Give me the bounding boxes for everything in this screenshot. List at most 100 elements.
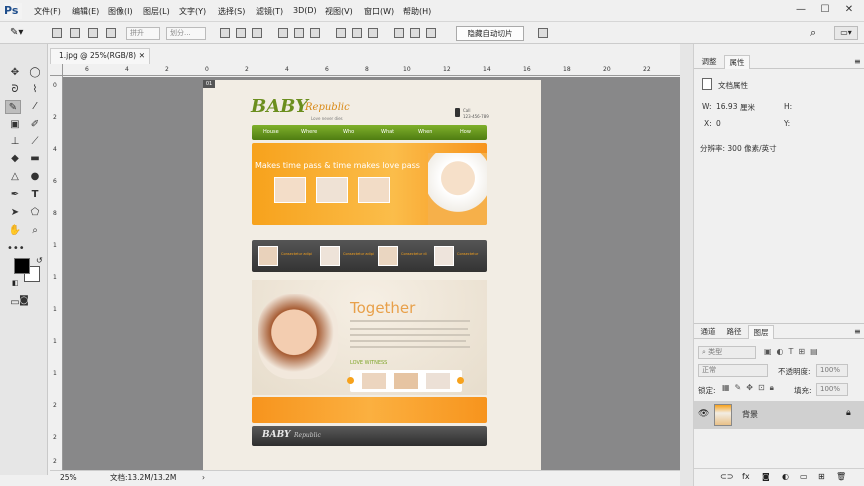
eyedropper-tool-icon[interactable]: ⁄ (27, 100, 43, 114)
shape-tool-icon[interactable]: ⬠ (27, 206, 43, 220)
panel-menu-icon[interactable]: ≡ (854, 57, 861, 66)
menu-image[interactable]: 图像(I) (108, 6, 133, 17)
width-value[interactable]: 16.93 (716, 102, 737, 111)
canvas-area[interactable]: 01 BABY Republic Love never dies Call 12… (63, 77, 680, 470)
align-top-icon[interactable] (220, 28, 230, 38)
align-middle-icon[interactable] (236, 28, 246, 38)
align-bottom-icon[interactable] (252, 28, 262, 38)
menu-help[interactable]: 帮助(H) (403, 6, 431, 17)
zoom-level[interactable]: 25% (60, 471, 77, 485)
tab-layers[interactable]: 图层 (748, 325, 774, 339)
minimize-button[interactable]: — (794, 4, 808, 16)
brush-tool-icon[interactable]: ✐ (27, 118, 43, 132)
align-icon[interactable] (88, 28, 98, 38)
slice-tool-icon[interactable]: ✎ (5, 100, 21, 114)
menu-layer[interactable]: 图层(L) (143, 6, 170, 17)
new-layer-icon[interactable]: ⊞ (818, 472, 825, 481)
status-menu-icon[interactable]: › (202, 471, 205, 485)
layer-mask-icon[interactable]: ◙ (762, 472, 770, 481)
workspace-switcher-icon[interactable]: ▭▾ (834, 26, 858, 40)
close-window-button[interactable]: ✕ (842, 4, 856, 16)
layer-filter-kind[interactable]: ⌕ 类型 (698, 346, 756, 359)
align-icon[interactable] (70, 28, 80, 38)
distribute-left-icon[interactable] (394, 28, 404, 38)
document-tab[interactable]: 1.jpg @ 25%(RGB/8) ✕ (50, 48, 150, 64)
eraser-tool-icon[interactable]: ◆ (7, 152, 23, 166)
menu-3d[interactable]: 3D(D) (293, 6, 317, 15)
divide-button[interactable]: 划分... (166, 27, 206, 40)
menu-edit[interactable]: 编辑(E) (72, 6, 99, 17)
align-icon[interactable] (52, 28, 62, 38)
web-phone: 123-456-789 (463, 114, 489, 119)
width-unit: 厘米 (740, 103, 755, 112)
distribute-top-icon[interactable] (336, 28, 346, 38)
gradient-tool-icon[interactable]: ▬ (27, 152, 43, 166)
distribute-middle-icon[interactable] (352, 28, 362, 38)
slice-badge-icon: 01 (203, 80, 215, 88)
layers-menu-icon[interactable]: ≡ (854, 327, 861, 336)
quick-select-tool-icon[interactable]: ⌇ (27, 83, 43, 97)
visibility-eye-icon[interactable]: 👁︎ (698, 409, 709, 419)
tab-paths[interactable]: 路径 (722, 325, 746, 339)
web-carousel-thumb (426, 373, 450, 389)
zoom-tool-icon[interactable]: ⌕ (27, 224, 43, 238)
align-center-icon[interactable] (294, 28, 304, 38)
healing-brush-tool-icon[interactable]: ▣ (7, 118, 23, 132)
link-layers-icon[interactable]: ⊂⊃ (720, 472, 733, 481)
foreground-color-swatch[interactable] (14, 258, 30, 274)
tab-adjustments[interactable]: 调整 (696, 55, 722, 69)
menu-window[interactable]: 窗口(W) (364, 6, 394, 17)
distribute-right-icon[interactable] (426, 28, 436, 38)
menu-type[interactable]: 文字(Y) (179, 6, 206, 17)
move-tool-icon[interactable]: ✥ (7, 66, 23, 80)
document-image[interactable]: 01 BABY Republic Love never dies Call 12… (203, 80, 541, 470)
align-right-icon[interactable] (310, 28, 320, 38)
x-value[interactable]: 0 (716, 119, 721, 128)
path-select-tool-icon[interactable]: ➤ (7, 206, 23, 220)
layer-row-background[interactable]: 👁︎ 背景 🔒︎ (694, 401, 864, 429)
swap-colors-icon[interactable]: ↺ (36, 256, 43, 265)
tab-channels[interactable]: 通道 (696, 325, 720, 339)
layer-filter-kind-label: 类型 (708, 348, 723, 356)
more-tools-icon[interactable]: ••• (7, 242, 25, 256)
type-tool-icon[interactable]: T (27, 188, 43, 202)
maximize-button[interactable]: ☐ (818, 4, 832, 16)
distribute-bottom-icon[interactable] (368, 28, 378, 38)
fill-input[interactable]: 100% (816, 383, 848, 396)
align-icon[interactable] (106, 28, 116, 38)
align-left-icon[interactable] (278, 28, 288, 38)
layer-filter-icons[interactable]: ▣◐T⊞▤ (764, 347, 823, 356)
clone-stamp-tool-icon[interactable]: ⊥ (7, 135, 23, 149)
slice-tool-preset-icon[interactable]: ✎▾ (10, 27, 23, 38)
tab-properties[interactable]: 属性 (724, 55, 750, 69)
adjustment-layer-icon[interactable]: ◐ (782, 472, 789, 481)
distribute-center-icon[interactable] (410, 28, 420, 38)
promote-button[interactable]: 拼升 (126, 27, 160, 40)
pen-tool-icon[interactable]: ✒ (7, 188, 23, 202)
lock-icons[interactable]: ▦✎✥⊡🔒︎ (722, 383, 779, 393)
blur-tool-icon[interactable]: △ (7, 170, 23, 184)
web-hero-text: Makes time pass & time makes love pass (255, 161, 420, 170)
close-document-icon[interactable]: ✕ (139, 49, 145, 63)
menu-filter[interactable]: 滤镜(T) (256, 6, 283, 17)
menu-select[interactable]: 选择(S) (218, 6, 245, 17)
delete-layer-icon[interactable]: 🗑︎ (836, 472, 846, 481)
menu-view[interactable]: 视图(V) (325, 6, 353, 17)
lasso-tool-icon[interactable]: ᘐ (7, 83, 23, 97)
hide-auto-slices-button[interactable]: 隐藏自动切片 (456, 26, 524, 41)
default-colors-icon[interactable]: ◧ (12, 279, 19, 287)
search-icon[interactable]: ⌕ (810, 26, 816, 40)
menu-file[interactable]: 文件(F) (34, 6, 61, 17)
opacity-input[interactable]: 100% (816, 364, 848, 377)
hand-tool-icon[interactable]: ✋ (7, 224, 23, 238)
layer-style-icon[interactable]: fx (742, 472, 750, 481)
screen-mode-icon[interactable]: ▭ (7, 296, 23, 310)
history-brush-tool-icon[interactable]: ⟋ (27, 135, 43, 149)
layer-name[interactable]: 背景 (742, 409, 758, 420)
dodge-tool-icon[interactable]: ● (27, 170, 43, 184)
new-group-icon[interactable]: ▭ (800, 472, 808, 481)
web-brand-sub: Love never dies (311, 116, 343, 121)
blend-mode-select[interactable]: 正常 (698, 364, 768, 377)
slice-options-icon[interactable] (538, 28, 548, 38)
marquee-tool-icon[interactable]: ◯ (27, 66, 43, 80)
